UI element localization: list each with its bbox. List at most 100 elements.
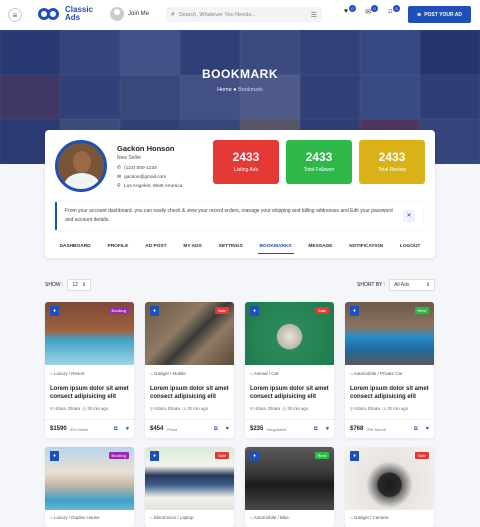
ad-category[interactable]: Luxury / Duplex House — [54, 515, 100, 520]
message-icon[interactable]: ✉ 0 — [363, 5, 378, 18]
tab-bookmarks[interactable]: BOOKMARKS — [257, 242, 294, 254]
ad-title[interactable]: Lorem ipsum dolor sit amet consect adipi… — [50, 385, 130, 401]
ad-price-unit: /Per Week — [69, 426, 89, 432]
dashboard-tabs: DASHBOARD PROFILE AD POST MY ADS SETTING… — [45, 242, 435, 254]
ad-time: 30 min ago — [187, 406, 208, 411]
location-icon: ⚲ — [50, 406, 54, 411]
ad-card[interactable]: ♦ Rent ⌂ Automobile / Bike — [245, 447, 334, 527]
bell-icon[interactable]: ♫ 0 — [385, 5, 400, 18]
clock-icon: ◷ — [382, 406, 387, 411]
tab-message[interactable]: MESSAGE — [306, 242, 334, 254]
heart-icon[interactable]: ♥ 0 — [341, 5, 356, 18]
plus-icon: ⊕ — [417, 11, 422, 18]
bookmark-flag-icon: ♦ — [50, 306, 59, 316]
heart-badge: 0 — [349, 5, 356, 12]
ad-title[interactable]: Lorem ipsum dolor sit amet consect adipi… — [250, 385, 330, 401]
breadcrumb-home[interactable]: Home — [217, 87, 232, 93]
ad-category[interactable]: Luxury / Resort — [54, 371, 85, 376]
tab-my-ads[interactable]: MY ADS — [181, 242, 203, 254]
ad-price: $454 — [150, 426, 164, 432]
tag-icon: ⌂ — [150, 371, 153, 376]
logo[interactable]: Classic Ads — [38, 6, 93, 22]
ad-price-unit: /Negotiable — [266, 426, 287, 432]
join-label: Join Me — [128, 11, 150, 17]
compare-icon[interactable]: ⧉ — [414, 426, 418, 433]
search-input[interactable]: ⌕ Search, Whatever You Needs... ☰ — [166, 7, 322, 22]
profile-email: gackon@gmail.com — [124, 175, 167, 180]
ad-price-unit: /Per Month — [366, 426, 386, 432]
ad-card[interactable]: ♦ Sale ⌂ Electronics / Laptop — [145, 447, 234, 527]
ad-category[interactable]: Electronics / Laptop — [154, 515, 194, 520]
filter-icon[interactable]: ☰ — [311, 11, 317, 19]
bookmark-flag-icon: ♦ — [150, 451, 159, 461]
tag-icon: ⌂ — [250, 371, 253, 376]
profile-name: Gackon Honson — [117, 144, 175, 153]
post-ad-button[interactable]: ⊕ POST YOUR AD — [408, 6, 471, 23]
sort-select[interactable]: All Ads ⇕ — [389, 279, 436, 291]
ad-time: 30 min ago — [387, 406, 408, 411]
ad-card[interactable]: ♦ Booking ⌂ Luxury / Resort Lorem ipsum … — [45, 302, 134, 438]
updown-icon: ⇕ — [425, 282, 431, 288]
tab-ad-post[interactable]: AD POST — [143, 242, 168, 254]
compare-icon[interactable]: ⧉ — [214, 426, 218, 433]
join-link[interactable]: Join Me — [110, 7, 149, 21]
bookmark-flag-icon: ♦ — [50, 451, 59, 461]
tag-icon: ⌂ — [150, 515, 153, 520]
top-header: ≡ Classic Ads Join Me ⌕ Search, Whatever Y… — [0, 0, 480, 30]
heart-icon[interactable]: ♥ — [126, 426, 129, 433]
tab-profile[interactable]: PROFILE — [106, 242, 131, 254]
location-icon: ⚲ — [350, 406, 354, 411]
stat-total-review: 2433 Total Review — [359, 140, 425, 184]
ad-category[interactable]: Gadget / Camera — [354, 515, 389, 520]
menu-icon[interactable]: ≡ — [8, 8, 22, 22]
phone-icon: ✆ — [117, 166, 122, 171]
stat-total-follower: 2433 Total Follower — [286, 140, 352, 184]
location-icon: ⚲ — [250, 406, 254, 411]
ad-category[interactable]: Automobile / Bike — [254, 515, 289, 520]
profile-card: Gackon Honson New Seller ✆ (123) 000-1234… — [45, 130, 435, 258]
bookmark-flag-icon: ♦ — [250, 306, 259, 316]
sort-label: SHORT BY : — [357, 282, 386, 288]
tag-icon: ⌂ — [50, 515, 53, 520]
ad-title[interactable]: Lorem ipsum dolor sit amet consect adipi… — [150, 385, 230, 401]
clock-icon: ◷ — [182, 406, 187, 411]
ad-title[interactable]: Lorem ipsum dolor sit amet consect adipi… — [350, 385, 430, 401]
tab-settings[interactable]: SETTINGS — [217, 242, 245, 254]
ad-category[interactable]: Automobile / Private Car — [354, 371, 403, 376]
close-icon[interactable]: ✕ — [403, 210, 415, 222]
heart-icon[interactable]: ♥ — [326, 426, 329, 433]
ad-location: Uttara, Dhaka — [54, 406, 81, 411]
tab-notification[interactable]: NOTIFICATION — [347, 242, 385, 254]
tab-dashboard[interactable]: DASHBOARD — [57, 242, 92, 254]
ad-card[interactable]: ♦ Sale ⌂ Animal / Cat Lorem ipsum dolor … — [245, 302, 334, 438]
bookmark-flag-icon: ♦ — [150, 306, 159, 316]
user-avatar-icon — [110, 7, 124, 21]
ad-card[interactable]: ♦ Sale ⌂ Gadget / Camera — [345, 447, 434, 527]
ad-price: $768 — [350, 426, 364, 432]
heart-icon[interactable]: ♥ — [226, 426, 229, 433]
show-control: SHOW :12 ⇕ — [45, 279, 92, 291]
location-icon: ⚲ — [117, 184, 121, 189]
ad-category[interactable]: Animal / Cat — [254, 371, 279, 376]
show-select[interactable]: 12 ⇕ — [67, 279, 92, 291]
ad-card[interactable]: ♦ Booking ⌂ Luxury / Duplex House — [45, 447, 134, 527]
logo-mark-icon — [38, 6, 62, 22]
breadcrumb: Home ● Bookmark — [217, 87, 263, 93]
ad-category[interactable]: Gadget / Mobile — [154, 371, 186, 376]
ad-badge: Sale — [314, 307, 329, 314]
clock-icon: ◷ — [282, 406, 287, 411]
post-ad-label: POST YOUR AD — [424, 11, 462, 18]
compare-icon[interactable]: ⧉ — [114, 426, 118, 433]
ad-card[interactable]: ♦ Rent ⌂ Automobile / Private Car Lorem … — [345, 302, 434, 438]
tag-icon: ⌂ — [350, 371, 353, 376]
bookmark-flag-icon: ♦ — [250, 451, 259, 461]
search-icon: ⌕ — [171, 10, 175, 18]
heart-icon[interactable]: ♥ — [426, 426, 429, 433]
ad-card[interactable]: ♦ Sale ⌂ Gadget / Mobile Lorem ipsum dol… — [145, 302, 234, 438]
sort-control: SHORT BY : All Ads ⇕ — [357, 279, 436, 291]
ad-badge: Sale — [214, 307, 229, 314]
page-title: BOOKMARK — [202, 67, 278, 81]
tab-logout[interactable]: LOGOUT — [398, 242, 423, 254]
compare-icon[interactable]: ⧉ — [314, 426, 318, 433]
location-icon: ⚲ — [150, 406, 154, 411]
